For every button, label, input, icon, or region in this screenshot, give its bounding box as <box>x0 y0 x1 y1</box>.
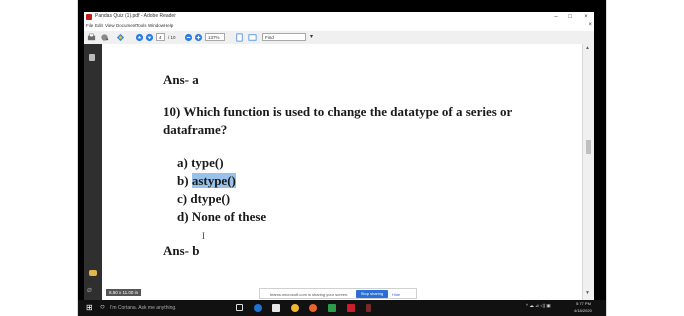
taskbar-time[interactable]: 5:77 PM <box>576 301 591 306</box>
right-frame <box>606 0 684 316</box>
option-c: c) dtype() <box>177 191 231 206</box>
zoom-out-icon[interactable] <box>184 33 193 42</box>
scroll-thumb[interactable] <box>586 140 591 154</box>
windows-start-icon[interactable]: ⊞ <box>86 304 93 312</box>
windows-taskbar: ⊞ ○ I'm Cortana. Ask me anything. ^ ☁ ⊿ … <box>78 300 606 316</box>
spreadsheet-app-icon[interactable] <box>328 304 336 312</box>
store-icon[interactable] <box>272 304 280 312</box>
screen-sharing-bar: teams.microsoft.com is sharing your scre… <box>259 288 417 299</box>
hide-button[interactable]: Hide <box>392 292 400 297</box>
toolbar: 4 / 10 137% Find ▾ <box>84 31 594 45</box>
scroll-down-icon[interactable]: ▼ <box>585 290 590 296</box>
maximize-button[interactable]: □ <box>564 13 576 21</box>
cortana-search-box[interactable]: I'm Cortana. Ask me anything. <box>110 305 177 311</box>
left-navigation-pane: ⌀ <box>84 44 102 300</box>
window-titlebar: Pandas Quiz (1).pdf - Adobe Reader – □ × <box>84 12 594 22</box>
find-dropdown-icon[interactable]: ▾ <box>310 33 313 40</box>
search-icon[interactable]: ○ <box>100 302 105 311</box>
menu-tools[interactable]: Tools <box>136 23 147 28</box>
question-text-line2: dataframe? <box>163 122 228 137</box>
page-thumbnails-icon[interactable] <box>89 54 95 61</box>
text-cursor-icon: I <box>202 231 205 241</box>
question-text-line1: 10) Which function is used to change the… <box>163 104 513 119</box>
edge-browser-icon[interactable] <box>254 304 262 312</box>
answer-previous: Ans- a <box>163 72 199 87</box>
page-number-input[interactable]: 4 <box>156 33 165 41</box>
document-close-button[interactable]: × <box>588 22 592 28</box>
option-b-prefix: b) <box>177 173 192 188</box>
app-icon[interactable] <box>366 304 371 312</box>
left-frame <box>0 0 78 316</box>
answer-current: Ans- b <box>163 243 200 258</box>
fit-page-icon[interactable] <box>235 33 244 42</box>
sharing-message: teams.microsoft.com is sharing your scre… <box>270 292 349 297</box>
selected-text-highlight[interactable]: astype() <box>191 173 236 188</box>
menu-file[interactable]: File <box>86 23 93 28</box>
print-icon[interactable] <box>87 33 96 42</box>
comment-icon[interactable] <box>89 270 97 276</box>
adobe-reader-taskbar-icon[interactable] <box>347 304 355 312</box>
menu-edit[interactable]: Edit <box>95 23 103 28</box>
taskbar-date[interactable]: 4/18/2020 <box>574 308 592 313</box>
create-pdf-icon[interactable] <box>116 33 125 42</box>
attachment-icon[interactable]: ⌀ <box>87 285 92 294</box>
window-title: Pandas Quiz (1).pdf - Adobe Reader <box>95 13 176 19</box>
adobe-reader-icon <box>86 14 92 20</box>
menu-window[interactable]: Window <box>148 23 164 28</box>
task-view-icon[interactable] <box>236 304 243 311</box>
menu-document[interactable]: Document <box>116 23 137 28</box>
zoom-in-icon[interactable] <box>194 33 203 42</box>
find-input[interactable]: Find <box>262 33 306 41</box>
stop-sharing-button[interactable]: Stop sharing <box>356 290 388 298</box>
menu-help[interactable]: Help <box>164 23 173 28</box>
screen: Pandas Quiz (1).pdf - Adobe Reader – □ ×… <box>78 0 606 316</box>
firefox-icon[interactable] <box>309 304 317 312</box>
fit-width-icon[interactable] <box>248 33 257 42</box>
chrome-icon[interactable] <box>291 304 299 312</box>
next-page-icon[interactable] <box>145 33 154 42</box>
option-d: d) None of these <box>177 209 267 224</box>
minimize-button[interactable]: – <box>550 13 562 21</box>
option-a: a) type() <box>177 155 224 170</box>
close-button[interactable]: × <box>580 13 592 21</box>
document-page: Ans- a 10) Which function is used to cha… <box>102 44 582 300</box>
page-total: / 10 <box>168 35 176 40</box>
scroll-up-icon[interactable]: ▲ <box>585 45 590 51</box>
previous-page-icon[interactable] <box>135 33 144 42</box>
zoom-select[interactable]: 137% <box>205 33 225 41</box>
option-b: b) astype() <box>177 173 236 189</box>
system-tray-icons[interactable]: ^ ☁ ⊿ ◁) ▣ <box>526 303 551 309</box>
vertical-scrollbar[interactable]: ▲ ▼ <box>582 44 594 300</box>
share-icon[interactable] <box>100 33 109 42</box>
menu-view[interactable]: View <box>105 23 115 28</box>
page-size-label: 8.50 x 11.00 in <box>106 289 142 296</box>
